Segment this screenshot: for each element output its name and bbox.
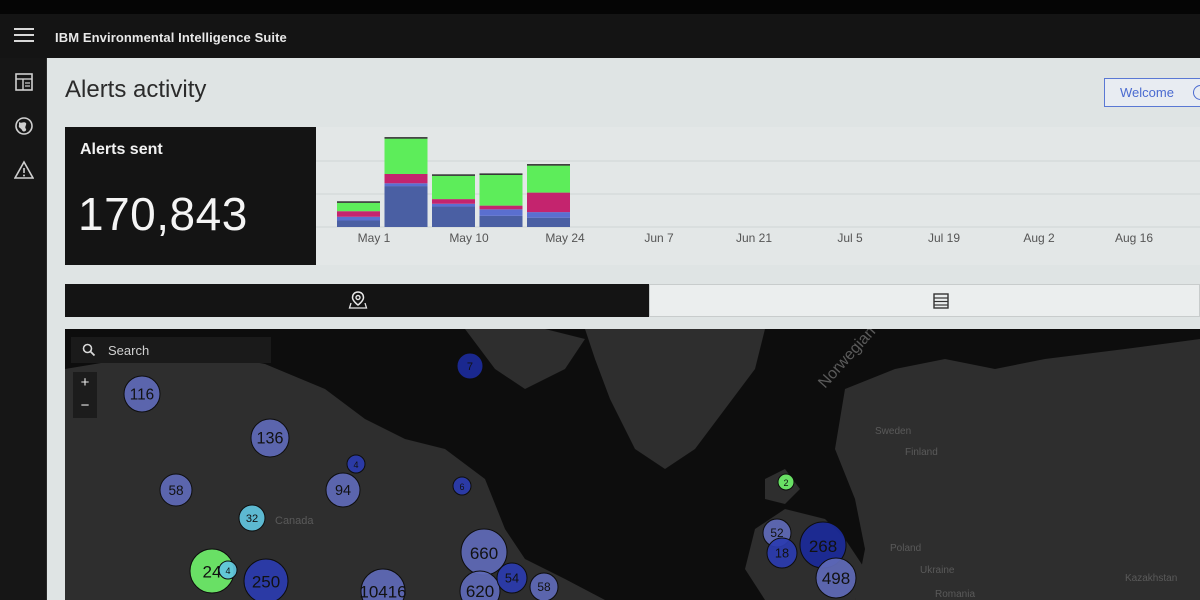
page-title: Alerts activity: [65, 76, 207, 103]
zoom-out-button[interactable]: −: [73, 395, 97, 418]
chart-bar-segment[interactable]: [479, 215, 523, 227]
app-header: IBM Environmental Intelligence Suite: [0, 14, 1200, 58]
map-cluster-count: 94: [335, 483, 351, 499]
chart-bar-segment[interactable]: [384, 173, 428, 184]
map-search[interactable]: Search: [71, 337, 271, 363]
dashboard-icon[interactable]: [14, 72, 34, 92]
map-place-label: Sweden: [875, 426, 911, 437]
map-cluster-count: 7: [467, 361, 473, 373]
map-place-label: Romania: [935, 589, 975, 600]
info-icon: [1193, 85, 1200, 100]
table-list-icon: [933, 293, 949, 309]
alerts-sent-value: 170,843: [78, 188, 248, 240]
chart-bar-segment[interactable]: [384, 183, 428, 187]
globe-icon[interactable]: [14, 116, 34, 136]
map-pin-icon: [348, 291, 368, 309]
main-content: Alerts activity Welcome Alerts sent 170,…: [47, 58, 1200, 600]
map-cluster-count: 4: [353, 460, 358, 470]
chart-bar-segment[interactable]: [432, 199, 475, 204]
search-icon: [82, 343, 96, 357]
greenland-landmass: [585, 329, 765, 469]
chart-x-tick-label: Jun 7: [644, 231, 674, 245]
map-cluster-count: 10416: [359, 583, 406, 600]
map-cluster-count: 58: [168, 483, 183, 498]
chart-bar-cap: [337, 201, 380, 203]
map-place-label: Kazakhstan: [1125, 573, 1177, 584]
alerts-map[interactable]: Norwegian Sea Canada Sweden Finland Poland Uk…: [65, 329, 1200, 600]
map-cluster-count: 116: [130, 386, 154, 403]
chart-x-tick-label: Aug 2: [1023, 231, 1055, 245]
alert-warning-icon[interactable]: [14, 160, 34, 180]
map-cluster-count: 136: [257, 430, 284, 448]
chart-x-tick-label: Jul 5: [837, 231, 863, 245]
chart-bar-segment[interactable]: [384, 138, 428, 174]
chart-bar-segment[interactable]: [527, 217, 570, 227]
map-cluster-count: 58: [537, 580, 551, 594]
alerts-sent-card: Alerts sent 170,843: [65, 127, 316, 265]
alerts-chart: May 1 May 10 May 24 Jun 7 Jun 21 Jul 5 Jul 19 A…: [316, 127, 1200, 265]
chart-x-tick-label: Aug 16: [1115, 231, 1153, 245]
app-title: IBM Environmental Intelligence Suite: [55, 30, 287, 45]
tab-table-view[interactable]: [649, 284, 1200, 317]
chart-bar-cap: [479, 173, 523, 175]
chart-bar-segment[interactable]: [527, 165, 570, 193]
map-cluster-count: 660: [470, 544, 498, 563]
chart-x-tick-label: Jun 21: [736, 231, 772, 245]
map-place-label: Poland: [890, 543, 921, 554]
view-tabs: [65, 284, 1200, 317]
top-strip: [0, 0, 1200, 14]
map-cluster-count: 620: [466, 582, 494, 600]
map-place-label: Ukraine: [920, 565, 955, 576]
map-cluster-count: 498: [822, 569, 850, 588]
map-cluster-count: 24: [203, 563, 222, 582]
map-cluster-count: 268: [809, 537, 837, 556]
hamburger-menu-icon[interactable]: [14, 28, 34, 44]
map-canvas: Norwegian SeaCanadaSwedenFinlandPolandUk…: [65, 329, 1200, 600]
map-cluster-count: 2: [783, 478, 788, 488]
chart-bar-segment[interactable]: [432, 206, 475, 227]
chart-bar-segment[interactable]: [337, 211, 380, 217]
map-cluster-count: 32: [246, 513, 258, 525]
eurasia-landmass: [835, 339, 1200, 600]
zoom-in-button[interactable]: +: [73, 372, 97, 395]
chart-bar-segment[interactable]: [337, 220, 380, 227]
map-place-label: Canada: [275, 515, 314, 527]
map-cluster-count: 4: [225, 566, 230, 576]
chart-bar-cap: [432, 174, 475, 176]
alerts-bar-chart: May 1 May 10 May 24 Jun 7 Jun 21 Jul 5 Jul 19 A…: [316, 137, 1200, 245]
alerts-sent-label: Alerts sent: [80, 141, 163, 158]
chart-bar-segment[interactable]: [479, 209, 523, 216]
chart-bar-segment[interactable]: [337, 202, 380, 212]
side-navigation: [0, 58, 47, 600]
chart-bar-cap: [527, 164, 570, 166]
chart-x-tick-label: May 1: [358, 231, 391, 245]
tab-map-view[interactable]: [65, 284, 649, 317]
search-placeholder: Search: [108, 343, 150, 358]
chart-bar-segment[interactable]: [384, 186, 428, 227]
chart-x-tick-label: May 24: [545, 231, 585, 245]
chart-bar-segment[interactable]: [337, 216, 380, 221]
map-cluster-count: 6: [459, 482, 464, 492]
map-cluster-count: 250: [252, 573, 280, 592]
zoom-controls: + −: [73, 372, 97, 418]
chart-bar-segment[interactable]: [527, 212, 570, 218]
chart-bar-segment[interactable]: [479, 205, 523, 210]
chart-bar-segment[interactable]: [527, 192, 570, 213]
map-cluster-count: 54: [505, 571, 519, 586]
chart-bar-cap: [384, 137, 428, 139]
welcome-button[interactable]: Welcome: [1104, 78, 1200, 107]
chart-x-tick-label: Jul 19: [928, 231, 960, 245]
welcome-label: Welcome: [1120, 85, 1174, 100]
map-place-label: Finland: [905, 447, 938, 458]
map-cluster-count: 18: [775, 546, 789, 561]
chart-bar-segment[interactable]: [432, 203, 475, 207]
chart-bar-segment[interactable]: [479, 174, 523, 206]
chart-bar-segment[interactable]: [432, 175, 475, 200]
chart-x-tick-label: May 10: [449, 231, 489, 245]
